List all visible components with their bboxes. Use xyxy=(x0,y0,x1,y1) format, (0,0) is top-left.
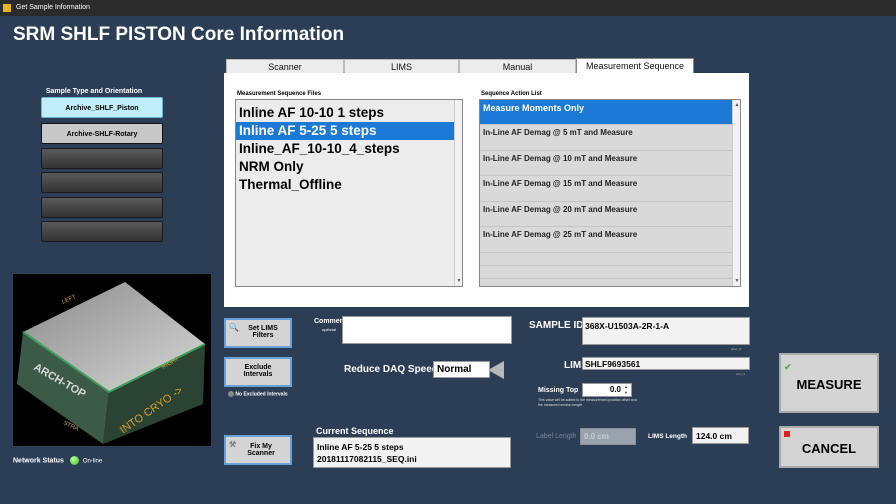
current-sequence-file: Inline AF 5-25 5 steps xyxy=(317,442,404,452)
daq-speed-arrow-icon[interactable] xyxy=(488,361,504,379)
list-item[interactable]: Inline AF 10-10 1 steps xyxy=(236,104,462,122)
scrollbar[interactable]: ▼ xyxy=(454,100,462,286)
sample-type-empty-button[interactable] xyxy=(41,221,163,242)
fix-my-scanner-button[interactable]: ⚒ Fix My Scanner xyxy=(224,435,292,465)
lims-length-field: 124.0 cm xyxy=(692,427,749,444)
title-bar: Get Sample Information xyxy=(0,0,896,16)
action-list-label: Sequence Action List xyxy=(481,91,542,97)
list-item[interactable]: Inline_AF_10-10_4_steps xyxy=(236,140,462,158)
current-sequence-ini: 20181117082115_SEQ.ini xyxy=(317,454,417,464)
sequence-files-label: Measurement Sequence Files xyxy=(237,91,322,97)
tab-measurement-sequence[interactable]: Measurement Sequence xyxy=(576,58,694,74)
daq-speed-select[interactable]: Normal xyxy=(433,361,490,378)
list-item[interactable]: Measure Moments Only xyxy=(480,100,740,125)
missing-top-note: This value will be added to the measurem… xyxy=(538,398,637,407)
exclude-intervals-label: Exclude Intervals xyxy=(243,364,273,378)
current-sequence-label: Current Sequence xyxy=(316,426,394,436)
list-item[interactable]: Inline AF 5-25 5 steps xyxy=(236,122,462,140)
sample-id-sub: label_id xyxy=(731,347,742,351)
chevron-down-icon[interactable]: ▼ xyxy=(733,278,740,284)
sample-type-archive-rotary-button[interactable]: Archive-SHLF-Rotary xyxy=(41,123,163,144)
comment-input[interactable] xyxy=(342,316,512,344)
network-status: Network Status On-line xyxy=(13,456,102,465)
list-item xyxy=(480,253,740,266)
network-status-label: Network Status xyxy=(13,457,64,465)
list-item[interactable]: In-Line AF Demag @ 15 mT and Measure xyxy=(480,176,740,202)
wrench-icon: ⚒ xyxy=(229,440,237,449)
tab-lims[interactable]: LIMS xyxy=(344,59,459,73)
chevron-down-icon[interactable]: ▼ xyxy=(455,278,463,284)
lims-id-field[interactable]: SHLF9693561 xyxy=(582,357,750,370)
indicator-icon xyxy=(228,391,234,397)
list-item[interactable]: In-Line AF Demag @ 20 mT and Measure xyxy=(480,202,740,227)
search-icon: 🔍 xyxy=(229,323,239,332)
no-excluded-intervals: No Excluded Intervals xyxy=(228,391,288,397)
tab-manual[interactable]: Manual xyxy=(459,59,576,73)
stop-icon xyxy=(784,431,790,437)
check-icon: ✔ xyxy=(784,362,792,372)
tab-scanner[interactable]: Scanner xyxy=(226,59,344,73)
sample-type-empty-button[interactable] xyxy=(41,172,163,193)
network-status-value: On-line xyxy=(82,458,103,465)
lims-id-sub: text_id xyxy=(736,372,745,376)
image-label: LEFT xyxy=(61,294,77,306)
list-item xyxy=(480,266,740,279)
sample-type-archive-piston-button[interactable]: Archive_SHLF_Piston xyxy=(41,97,163,118)
page-title: SRM SHLF PISTON Core Information xyxy=(13,24,345,45)
fix-my-scanner-label: Fix My Scanner xyxy=(247,443,275,457)
scrollbar[interactable]: ▲ ▼ xyxy=(732,100,740,286)
chevron-up-icon[interactable]: ▲ xyxy=(733,102,740,108)
sample-type-heading: Sample Type and Orientation xyxy=(45,88,143,95)
window-title: Get Sample Information xyxy=(16,4,90,11)
sample-type-empty-button[interactable] xyxy=(41,148,163,169)
missing-top-label: Missing Top xyxy=(538,387,579,394)
set-lims-filters-label: Set LIMS Filters xyxy=(248,325,278,339)
measure-button[interactable]: ✔ MEASURE xyxy=(779,353,879,413)
status-led-icon xyxy=(69,456,79,465)
list-item[interactable]: NRM Only xyxy=(236,158,462,176)
sequence-action-list[interactable]: Measure Moments Only In-Line AF Demag @ … xyxy=(479,99,741,287)
sample-id-field[interactable]: 368X-U1503A-2R-1-A xyxy=(582,317,750,345)
measure-label: MEASURE xyxy=(796,377,862,392)
cancel-button[interactable]: CANCEL xyxy=(779,426,879,468)
comment-optional-label: optional xyxy=(322,327,337,332)
current-sequence-field: Inline AF 5-25 5 steps 20181117082115_SE… xyxy=(313,437,511,468)
label-length-label: Label Length xyxy=(536,433,577,440)
list-item[interactable]: In-Line AF Demag @ 25 mT and Measure xyxy=(480,227,740,253)
set-lims-filters-button[interactable]: 🔍 Set LIMS Filters xyxy=(224,318,292,348)
no-excluded-intervals-label: No Excluded Intervals xyxy=(235,391,288,398)
exclude-intervals-button[interactable]: Exclude Intervals xyxy=(224,357,292,387)
label-length-field: 0.0 cm xyxy=(580,428,636,445)
sample-type-empty-button[interactable] xyxy=(41,197,163,218)
sample-id-label: SAMPLE ID xyxy=(529,320,584,331)
core-orientation-image: LEFT RIGHT ARCH-TOP INTO CRYO -> STRA xyxy=(13,274,211,446)
app-icon xyxy=(3,4,11,12)
lims-length-label: LIMS Length xyxy=(648,433,687,440)
list-item[interactable]: In-Line AF Demag @ 5 mT and Measure xyxy=(480,125,740,151)
missing-top-stepper-icon[interactable]: ▲ ▼ xyxy=(624,384,628,396)
list-item[interactable]: Thermal_Offline xyxy=(236,176,462,194)
daq-speed-label: Reduce DAQ Speed xyxy=(344,364,438,375)
list-item[interactable]: In-Line AF Demag @ 10 mT and Measure xyxy=(480,151,740,176)
cancel-label: CANCEL xyxy=(801,441,857,456)
sequence-files-list[interactable]: Inline AF 10-10 1 steps Inline AF 5-25 5… xyxy=(235,99,463,287)
